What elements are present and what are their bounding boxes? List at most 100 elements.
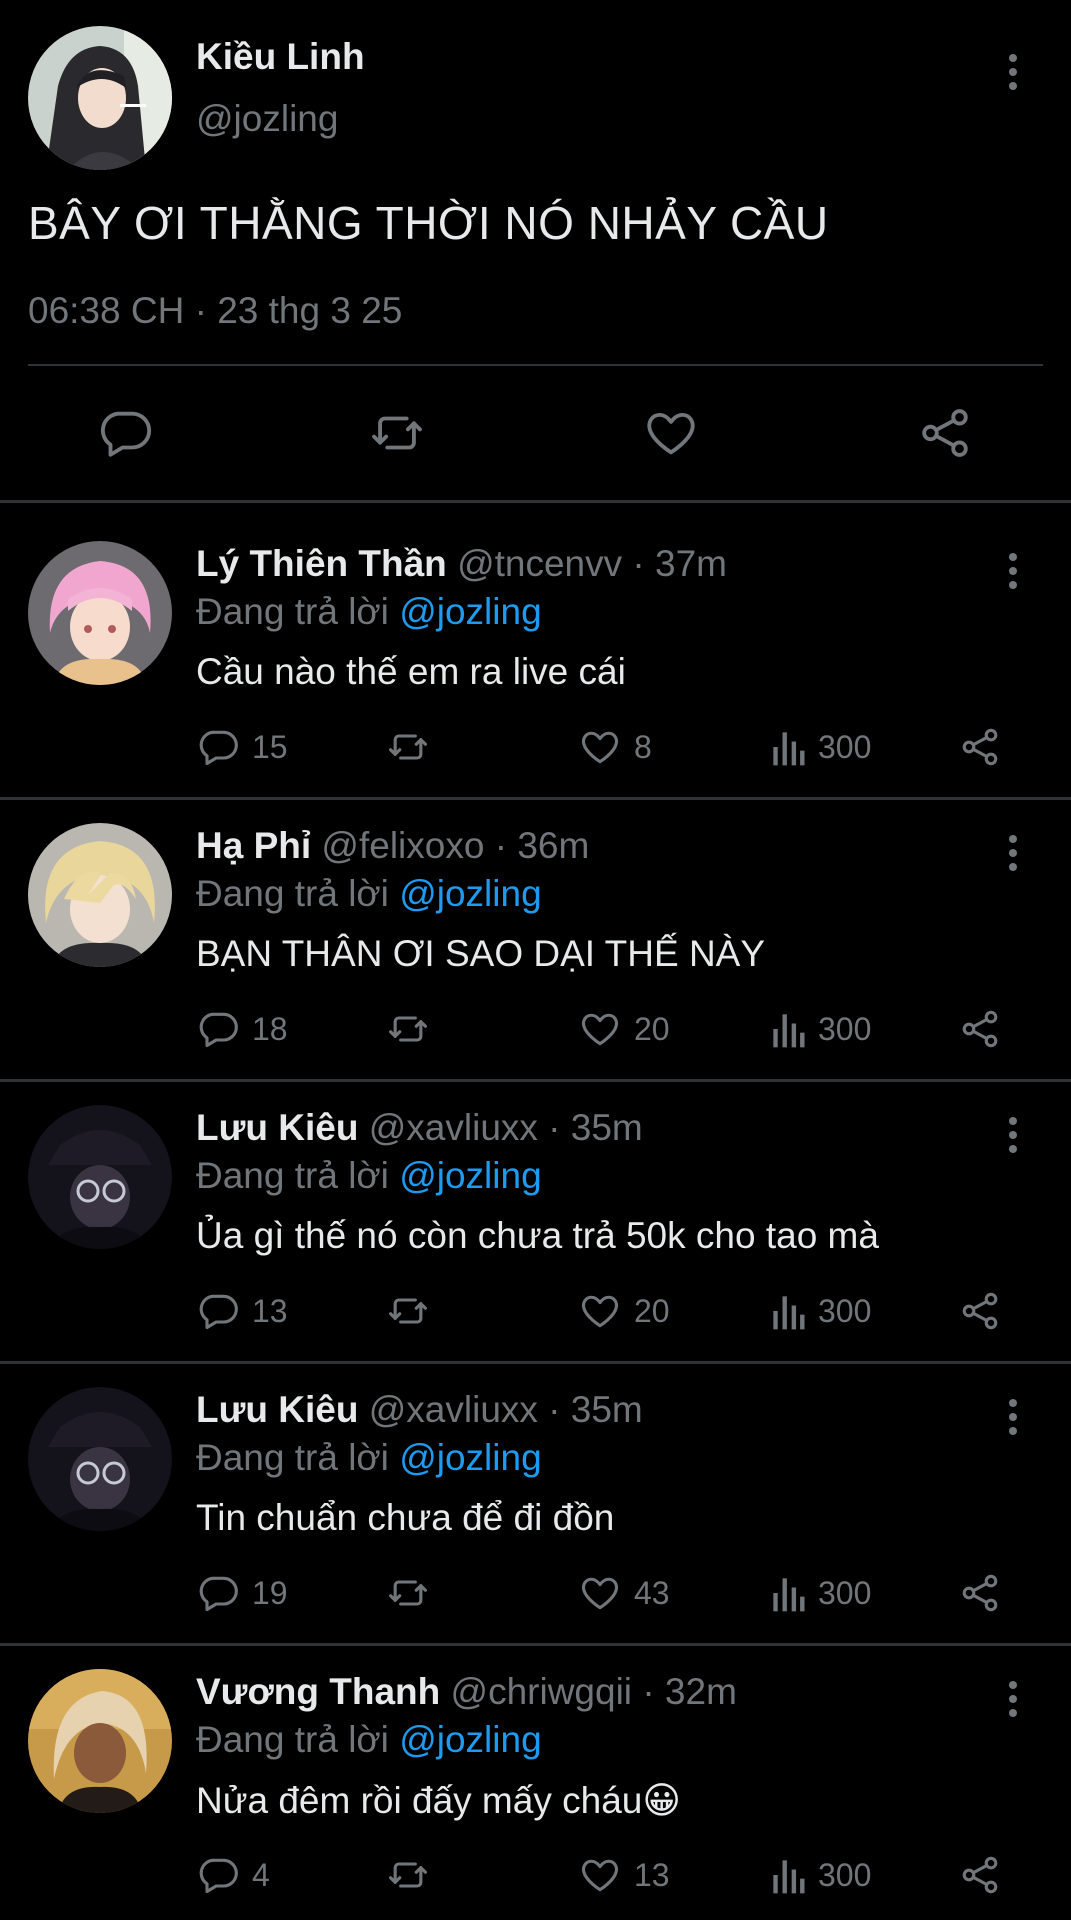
reply-text: Ủa gì thế nó còn chưa trả 50k cho tao mà	[196, 1215, 879, 1256]
avatar[interactable]	[28, 1105, 172, 1249]
replying-to: Đang trả lời @jozling	[196, 1719, 542, 1761]
views-button[interactable]: 300	[770, 1289, 871, 1333]
like-button[interactable]: 20	[578, 1289, 670, 1333]
heart-icon	[578, 1289, 622, 1333]
heart-icon	[578, 1007, 622, 1051]
retweet-button[interactable]	[384, 1007, 432, 1051]
heart-icon[interactable]	[642, 404, 700, 462]
username[interactable]: @tncenvv	[457, 543, 622, 584]
reply-time[interactable]: 35m	[571, 1389, 643, 1430]
like-button[interactable]: 13	[578, 1853, 670, 1897]
username[interactable]: @xavliuxx	[369, 1107, 538, 1148]
reply-tweet[interactable]: Lưu Kiêu @xavliuxx · 35m Đang trả lời @j…	[0, 1349, 1071, 1631]
retweet-button[interactable]	[384, 725, 432, 769]
reply-time[interactable]: 36m	[517, 825, 589, 866]
separator: ·	[632, 543, 645, 584]
avatar[interactable]	[28, 541, 172, 685]
views-button[interactable]: 300	[770, 725, 871, 769]
share-icon[interactable]	[916, 404, 974, 462]
views-button[interactable]: 300	[770, 1571, 871, 1615]
reply-count: 19	[252, 1574, 288, 1611]
username[interactable]: @xavliuxx	[369, 1389, 538, 1430]
like-button[interactable]: 8	[578, 725, 652, 769]
vertical-dots-icon[interactable]	[996, 833, 1030, 873]
mention-link[interactable]: @jozling	[399, 591, 541, 632]
like-button[interactable]: 43	[578, 1571, 670, 1615]
views-button[interactable]: 300	[770, 1853, 871, 1897]
display-name[interactable]: Lưu Kiêu	[196, 1107, 358, 1148]
tweet-date: 23 thg 3 25	[217, 290, 403, 331]
speech-bubble-icon[interactable]	[96, 404, 154, 462]
display-name[interactable]: Lý Thiên Thần	[196, 543, 447, 584]
reply-tweet[interactable]: Vương Thanh @chriwgqii · 32m Đang trả lờ…	[0, 1631, 1071, 1913]
vertical-dots-icon[interactable]	[996, 52, 1030, 92]
replying-label: Đang trả lời	[196, 1719, 389, 1760]
reply-button[interactable]: 15	[196, 725, 288, 769]
reply-tweet[interactable]: Lý Thiên Thần @tncenvv · 37m Đang trả lờ…	[0, 503, 1071, 785]
share-button[interactable]	[958, 1007, 1002, 1051]
separator: ·	[494, 825, 508, 866]
reply-button[interactable]: 19	[196, 1571, 288, 1615]
vertical-dots-icon[interactable]	[996, 1115, 1030, 1155]
avatar[interactable]	[28, 823, 172, 967]
display-name[interactable]: Kiều Linh	[196, 36, 365, 78]
speech-bubble-icon	[196, 725, 240, 769]
display-name[interactable]: Hạ Phỉ	[196, 825, 311, 866]
like-count: 43	[634, 1574, 670, 1611]
replying-label: Đang trả lời	[196, 1155, 389, 1196]
username[interactable]: @felixoxo	[321, 825, 484, 866]
bar-chart-icon	[770, 1571, 806, 1615]
bar-chart-icon	[770, 1007, 806, 1051]
reply-button[interactable]: 4	[196, 1853, 270, 1897]
reply-button[interactable]: 13	[196, 1289, 288, 1333]
vertical-dots-icon[interactable]	[996, 1397, 1030, 1437]
avatar[interactable]	[28, 26, 172, 170]
reply-time[interactable]: 32m	[665, 1671, 737, 1712]
reply-text: Nửa đêm rồi đấy mấy cháu😀	[196, 1779, 681, 1822]
view-count: 300	[818, 1010, 872, 1047]
username[interactable]: @chriwgqii	[451, 1671, 633, 1712]
retweet-button[interactable]	[384, 1289, 432, 1333]
retweet-icon	[384, 1289, 432, 1333]
share-icon	[958, 1289, 1002, 1333]
reply-time[interactable]: 35m	[571, 1107, 643, 1148]
share-button[interactable]	[958, 1289, 1002, 1333]
views-button[interactable]: 300	[770, 1007, 871, 1051]
username[interactable]: @jozling	[196, 98, 338, 140]
share-button[interactable]	[958, 1853, 1002, 1897]
retweet-icon	[384, 725, 432, 769]
reply-time[interactable]: 37m	[655, 543, 727, 584]
like-count: 20	[634, 1292, 670, 1329]
share-button[interactable]	[958, 725, 1002, 769]
mention-link[interactable]: @jozling	[399, 1155, 541, 1196]
speech-bubble-icon	[196, 1853, 240, 1897]
reply-tweet[interactable]: Lưu Kiêu @xavliuxx · 35m Đang trả lời @j…	[0, 1067, 1071, 1349]
like-button[interactable]: 20	[578, 1007, 670, 1051]
speech-bubble-icon	[196, 1007, 240, 1051]
vertical-dots-icon[interactable]	[996, 1679, 1030, 1719]
retweet-button[interactable]	[384, 1853, 432, 1897]
speech-bubble-icon	[196, 1571, 240, 1615]
mention-link[interactable]: @jozling	[399, 1719, 541, 1760]
retweet-icon	[384, 1571, 432, 1615]
tweet-timestamp[interactable]: 06:38 CH · 23 thg 3 25	[28, 290, 402, 332]
retweet-icon	[384, 1853, 432, 1897]
mention-link[interactable]: @jozling	[399, 873, 541, 914]
share-icon	[958, 1007, 1002, 1051]
avatar[interactable]	[28, 1669, 172, 1813]
replying-label: Đang trả lời	[196, 873, 389, 914]
share-button[interactable]	[958, 1571, 1002, 1615]
mention-link[interactable]: @jozling	[399, 1437, 541, 1478]
retweet-icon	[384, 1007, 432, 1051]
avatar[interactable]	[28, 1387, 172, 1531]
display-name[interactable]: Vương Thanh	[196, 1671, 440, 1712]
vertical-dots-icon[interactable]	[996, 551, 1030, 591]
display-name[interactable]: Lưu Kiêu	[196, 1389, 358, 1430]
view-count: 300	[818, 1856, 872, 1893]
reply-count: 18	[252, 1010, 288, 1047]
bar-chart-icon	[770, 1289, 806, 1333]
reply-tweet[interactable]: Hạ Phỉ @felixoxo · 36m Đang trả lời @joz…	[0, 785, 1071, 1067]
reply-button[interactable]: 18	[196, 1007, 288, 1051]
retweet-button[interactable]	[384, 1571, 432, 1615]
retweet-icon[interactable]	[366, 404, 428, 462]
